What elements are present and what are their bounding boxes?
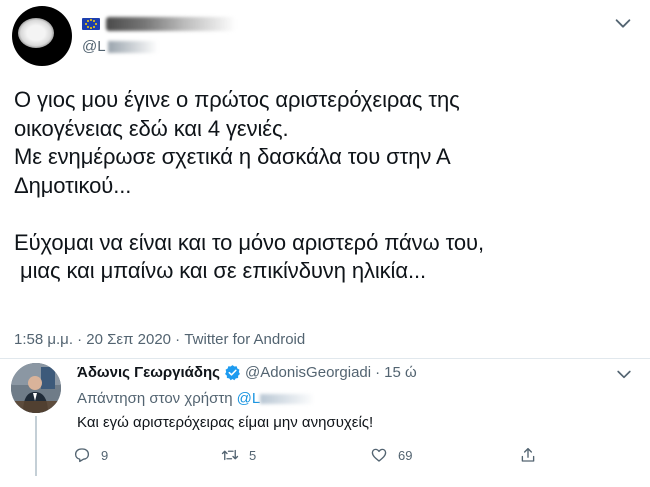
eu-flag-icon — [82, 18, 100, 30]
reply-text: Και εγώ αριστερόχειρας είμαι μην ανησυχε… — [77, 414, 374, 431]
divider — [0, 358, 650, 359]
tweet-text: Ο γιος μου έγινε ο πρώτος αριστερόχειρας… — [14, 87, 484, 283]
redacted-mention — [260, 393, 316, 404]
redacted-name — [106, 17, 236, 31]
replying-to-label: Απάντηση στον χρήστη — [77, 390, 233, 407]
thread-line — [35, 416, 37, 476]
reply-actions: 9 5 69 — [73, 446, 553, 466]
like-count: 69 — [398, 447, 413, 463]
separator-dot: · — [375, 364, 381, 381]
author-name[interactable] — [82, 14, 236, 34]
author-avatar[interactable] — [12, 6, 72, 66]
author-handle[interactable]: @L — [82, 38, 158, 55]
retweet-count: 5 — [249, 447, 257, 463]
chevron-down-icon[interactable] — [614, 364, 634, 384]
retweet-button[interactable]: 5 — [221, 446, 256, 464]
share-icon — [521, 447, 535, 462]
replying-to-line: Απάντηση στον χρήστη @L — [77, 390, 316, 407]
author-handle-text: @L — [82, 38, 106, 55]
reply-timestamp[interactable]: 15 ώ — [384, 364, 417, 381]
chevron-down-icon[interactable] — [612, 12, 634, 34]
like-button[interactable]: 69 — [370, 446, 412, 464]
reply-author-handle[interactable]: @AdonisGeorgiadi — [245, 364, 371, 381]
tweet-meta[interactable]: 1:58 μ.μ. · 20 Σεπ 2020 · Twitter for An… — [14, 331, 305, 348]
reply-author-name[interactable]: Άδωνις Γεωργιάδης — [77, 364, 220, 381]
reply-header: Άδωνις Γεωργιάδης @AdonisGeorgiadi · 15 … — [77, 364, 417, 381]
retweet-icon — [221, 449, 239, 461]
reply-icon — [74, 448, 90, 463]
reply-author-avatar[interactable] — [11, 363, 61, 413]
share-button[interactable] — [519, 446, 537, 464]
like-icon — [371, 448, 387, 462]
redacted-handle — [107, 40, 158, 53]
verified-badge-icon — [225, 365, 240, 381]
replying-to-mention[interactable]: @L — [237, 390, 261, 407]
reply-button[interactable]: 9 — [73, 446, 108, 464]
reply-count: 9 — [101, 447, 109, 463]
